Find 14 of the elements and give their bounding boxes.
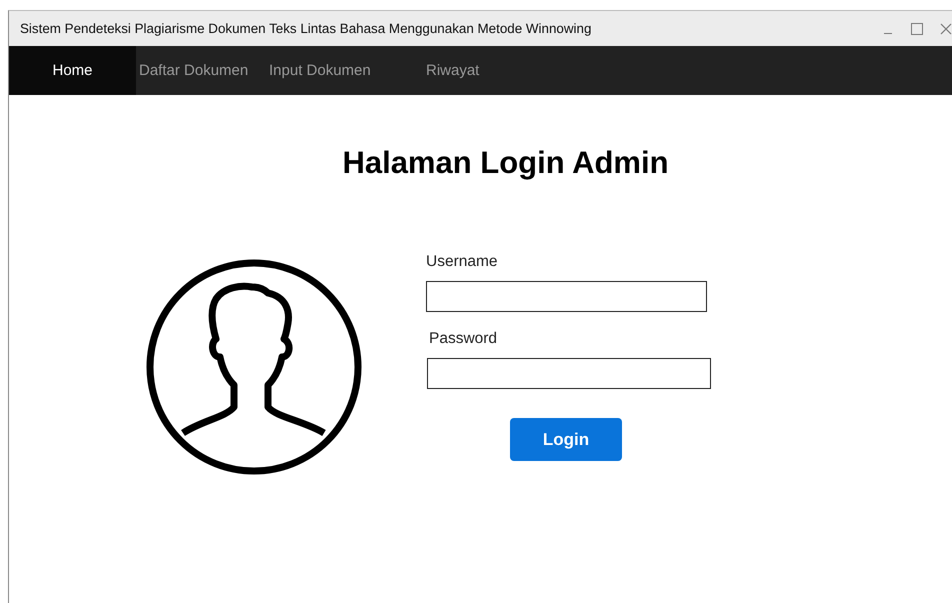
input-field[interactable] xyxy=(427,358,711,389)
input-field[interactable] xyxy=(426,281,707,312)
maximize-icon[interactable] xyxy=(910,22,924,36)
window-title: Sistem Pendeteksi Plagiarisme Dokumen Teks Lintas Bahasa Menggunakan Metode Winnowing xyxy=(20,21,592,36)
nav-tab[interactable]: Daftar Dokumen xyxy=(136,46,266,95)
close-icon[interactable] xyxy=(940,22,952,34)
user-avatar-icon xyxy=(146,259,362,475)
nav-tab[interactable]: Home xyxy=(9,46,136,95)
login-button[interactable]: Login xyxy=(510,418,622,461)
nav-tab[interactable]: Riwayat xyxy=(423,46,513,95)
field-label: Username xyxy=(426,253,498,271)
nav-tab[interactable]: Input Dokumen xyxy=(266,46,423,95)
page-heading: Halaman Login Admin xyxy=(341,145,670,181)
field-label: Password xyxy=(429,330,498,348)
